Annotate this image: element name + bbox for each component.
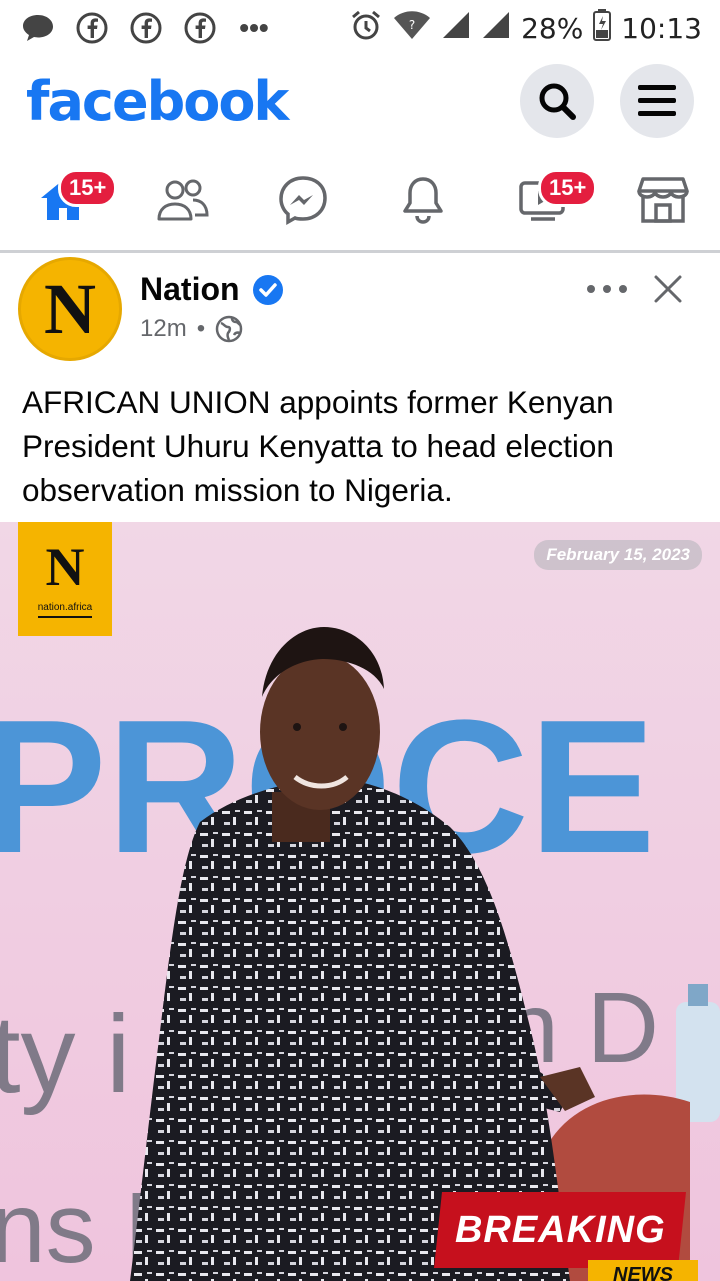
video-notification-badge: 15+: [538, 169, 598, 207]
notifications-icon: [403, 177, 443, 224]
tab-notifications[interactable]: [388, 165, 458, 235]
hide-post-button[interactable]: [646, 267, 690, 311]
friends-icon: [157, 179, 209, 221]
signal-icon: [441, 10, 471, 47]
hamburger-menu-icon: [638, 85, 676, 116]
verified-badge-icon: [252, 274, 283, 305]
clock: 10:13: [621, 11, 702, 45]
battery-icon: [593, 8, 612, 48]
page-avatar[interactable]: N: [18, 257, 122, 361]
more-dots-icon: [587, 285, 627, 293]
alarm-icon: [349, 8, 383, 49]
globe-icon: [215, 315, 243, 343]
backdrop-word: ty i: [0, 993, 131, 1116]
tab-messenger[interactable]: [268, 165, 338, 235]
facebook-notification-icon: [180, 8, 220, 48]
post-time[interactable]: 12m: [140, 315, 187, 343]
signal-icon: [481, 10, 511, 47]
nation-africa-logo: N nation.africa: [18, 522, 112, 636]
tab-friends[interactable]: [148, 165, 218, 235]
close-icon: [654, 275, 682, 303]
news-label: NEWS: [613, 1263, 673, 1281]
menu-button[interactable]: [620, 64, 694, 138]
svg-text:?: ?: [409, 18, 415, 32]
tab-video[interactable]: 15+: [508, 165, 598, 235]
header-actions: [520, 64, 694, 138]
page-name[interactable]: Nation: [140, 271, 240, 308]
app-header: facebook: [0, 56, 720, 146]
search-icon: [539, 83, 576, 120]
post-header: N Nation 12m •: [0, 253, 720, 368]
meta-separator: •: [196, 315, 206, 342]
status-bar: ••• ? 28% 10:13: [0, 0, 720, 56]
logo-letter: N: [45, 537, 85, 597]
status-system: ? 28% 10:13: [349, 8, 702, 49]
nav-tabs: 15+ 15+: [0, 150, 720, 250]
chat-bubble-icon: [18, 8, 58, 48]
wifi-icon: ?: [393, 9, 431, 48]
post-image[interactable]: PROCE ty i rn D ns I' N nation.africa Fe…: [0, 522, 720, 1281]
facebook-notification-icon: [126, 8, 166, 48]
breaking-banner: BREAKING: [434, 1192, 686, 1268]
status-notifications: •••: [18, 8, 274, 48]
home-notification-badge: 15+: [58, 169, 118, 207]
post-text[interactable]: AFRICAN UNION appoints former Kenyan Pre…: [22, 380, 712, 512]
more-notifications-icon: •••: [239, 12, 269, 43]
facebook-notification-icon: [72, 8, 112, 48]
messenger-icon: [279, 176, 327, 226]
battery-percentage: 28%: [521, 11, 584, 45]
page-name-row: Nation: [140, 271, 284, 308]
search-button[interactable]: [520, 64, 594, 138]
avatar-letter: N: [44, 268, 96, 349]
marketplace-icon: [637, 177, 689, 223]
tab-home[interactable]: 15+: [28, 165, 118, 235]
breaking-label: BREAKING: [454, 1208, 666, 1251]
image-date: February 15, 2023: [534, 540, 702, 570]
post-options-button[interactable]: [582, 271, 632, 307]
facebook-logo[interactable]: facebook: [26, 70, 289, 133]
tab-marketplace[interactable]: [628, 165, 698, 235]
logo-domain: nation.africa: [37, 602, 93, 618]
news-tag: NEWS: [588, 1260, 698, 1281]
post-meta: 12m •: [140, 315, 243, 343]
